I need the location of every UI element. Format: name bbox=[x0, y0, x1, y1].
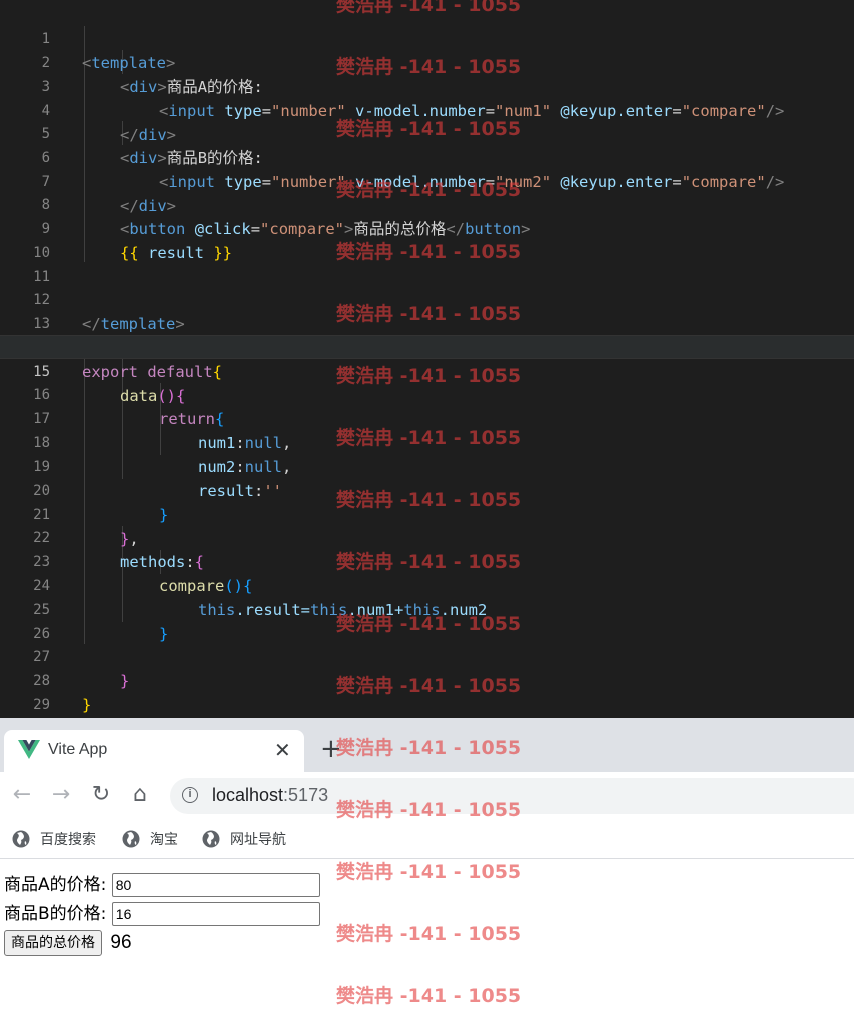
code-line[interactable]: 20 } bbox=[0, 455, 854, 524]
code-line[interactable]: 17 num1:null, bbox=[0, 383, 854, 452]
total-row: 商品的总价格 96 bbox=[4, 929, 132, 957]
code-line[interactable]: 27 } bbox=[0, 621, 854, 690]
code-editor[interactable]: 1 <template> 2 <div>商品A的价格: 3 <input typ… bbox=[0, 0, 854, 718]
globe-icon bbox=[122, 830, 140, 848]
close-icon[interactable]: ✕ bbox=[274, 738, 291, 762]
price-b-input[interactable] bbox=[111, 902, 320, 926]
page-content: 商品A的价格: 商品B的价格: 商品的总价格 96 bbox=[0, 859, 854, 1032]
url-text[interactable]: localhost:5173 bbox=[212, 785, 328, 806]
code-line[interactable]: 7 </div> bbox=[0, 146, 854, 215]
reload-icon[interactable]: ↻ bbox=[88, 782, 114, 808]
code-line[interactable]: 13 <script> bbox=[0, 288, 854, 357]
line-number: 29 bbox=[33, 697, 50, 713]
code-line[interactable]: 21 }, bbox=[0, 479, 854, 548]
code-line[interactable]: 23 compare(){ bbox=[0, 526, 854, 595]
tab-title: Vite App bbox=[48, 741, 108, 758]
price-a-input[interactable] bbox=[111, 873, 320, 897]
code-line[interactable]: 5 <div>商品B的价格: bbox=[0, 98, 854, 167]
code-line[interactable]: 6 <input type="number" v-model.number="n… bbox=[0, 122, 854, 191]
back-arrow-icon[interactable]: ← bbox=[9, 782, 35, 808]
forward-arrow-icon[interactable]: → bbox=[48, 782, 74, 808]
code-line[interactable]: 3 <input type="number" v-model.number="n… bbox=[0, 51, 854, 120]
price-b-row: 商品B的价格: bbox=[4, 900, 320, 928]
code-line[interactable]: 16 return{ bbox=[0, 359, 854, 428]
code-line[interactable]: 2 <div>商品A的价格: bbox=[0, 27, 854, 96]
code-line[interactable]: 19 result:'' bbox=[0, 431, 854, 500]
home-icon[interactable]: ⌂ bbox=[127, 782, 153, 808]
code-line[interactable]: 26 bbox=[0, 598, 854, 642]
code-line-current[interactable]: 15 data(){ bbox=[0, 335, 854, 405]
code-line[interactable]: 4 </div> bbox=[0, 75, 854, 144]
browser-window: Vite App ✕ + ← → ↻ ⌂ i localhost:5173 百度… bbox=[0, 718, 854, 1032]
tab-vite-app[interactable]: Vite App ✕ bbox=[4, 730, 304, 772]
total-price-button[interactable]: 商品的总价格 bbox=[4, 930, 102, 956]
globe-icon bbox=[202, 830, 220, 848]
code-line[interactable]: 18 num2:null, bbox=[0, 407, 854, 476]
tab-strip: Vite App ✕ + bbox=[0, 718, 854, 772]
price-a-row: 商品A的价格: bbox=[4, 871, 320, 899]
code-line[interactable]: 8 <button @click="compare">商品的总价格</butto… bbox=[0, 169, 854, 238]
bookmark-label: 淘宝 bbox=[150, 832, 178, 848]
code-line[interactable]: 1 <template> bbox=[0, 3, 854, 72]
code-line[interactable]: 9 {{ result }} bbox=[0, 193, 854, 262]
address-bar[interactable]: i localhost:5173 bbox=[170, 778, 854, 814]
browser-toolbar: ← → ↻ ⌂ i localhost:5173 bbox=[0, 772, 854, 820]
code-line[interactable]: 11 bbox=[0, 241, 854, 285]
price-a-label: 商品A的价格: bbox=[4, 875, 107, 895]
code-line[interactable]: 29 </script> bbox=[0, 669, 854, 713]
globe-icon bbox=[12, 830, 30, 848]
bookmark-label: 百度搜索 bbox=[40, 832, 96, 848]
bookmark-label: 网址导航 bbox=[230, 832, 286, 848]
code-text: } bbox=[82, 696, 92, 714]
code-line[interactable]: 28 } bbox=[0, 645, 854, 714]
result-value: 96 bbox=[110, 932, 132, 953]
code-line[interactable]: 14 export default{ bbox=[0, 312, 854, 381]
info-icon[interactable]: i bbox=[182, 787, 198, 803]
code-line[interactable]: 22 methods:{ bbox=[0, 502, 854, 571]
code-line[interactable]: 12 </template> bbox=[0, 264, 854, 333]
bookmarks-bar: 百度搜索 淘宝 网址导航 bbox=[0, 820, 854, 859]
code-line[interactable]: 24 this.result=this.num1+this.num2 bbox=[0, 550, 854, 619]
code-line[interactable]: 25 } bbox=[0, 574, 854, 643]
price-b-label: 商品B的价格: bbox=[4, 904, 107, 924]
vue-logo-icon bbox=[18, 740, 40, 759]
code-line[interactable]: 10 bbox=[0, 217, 854, 261]
new-tab-button[interactable]: + bbox=[320, 736, 342, 762]
